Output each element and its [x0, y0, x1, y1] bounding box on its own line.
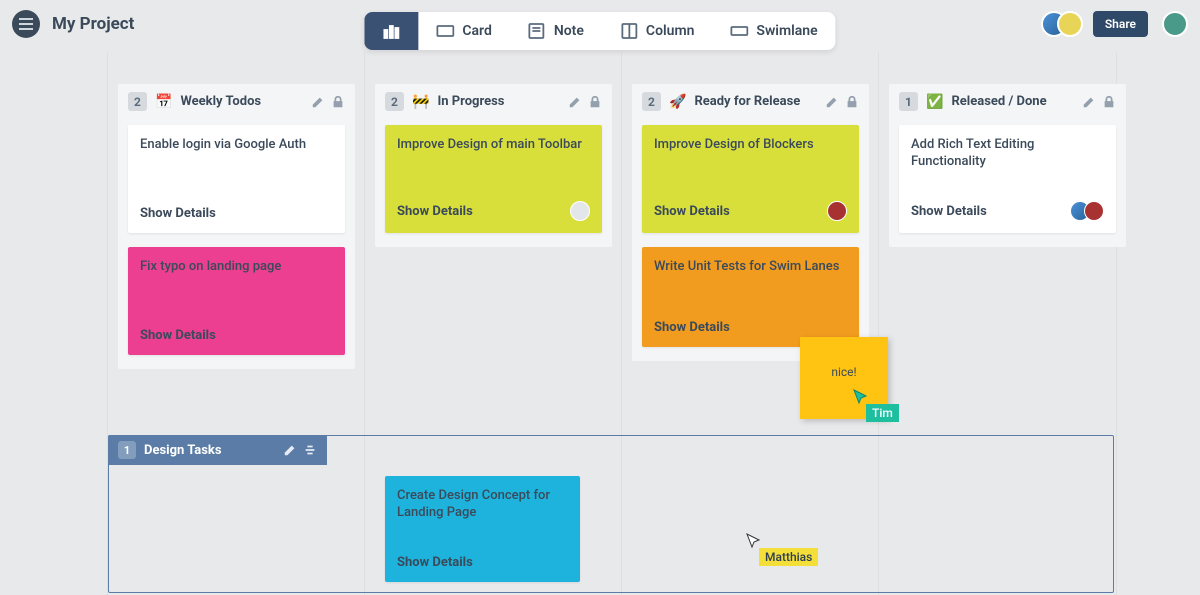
share-button[interactable]: Share — [1093, 11, 1148, 37]
card-title: Write Unit Tests for Swim Lanes — [654, 259, 847, 276]
swimlane-icon — [730, 22, 748, 40]
column-title: Weekly Todos — [180, 94, 303, 109]
card[interactable]: Enable login via Google Auth Show Detail… — [128, 125, 345, 233]
avatar[interactable] — [570, 201, 590, 221]
view-switcher: Card Note Column Swimlane — [364, 12, 835, 50]
column-title: Released / Done — [951, 94, 1074, 109]
card-title: Add Rich Text Editing Functionality — [911, 137, 1104, 171]
sticky-text: nice! — [831, 365, 856, 379]
swimlane-title: Design Tasks — [144, 443, 222, 458]
view-note[interactable]: Note — [510, 12, 602, 50]
swimlane-design-tasks[interactable]: 1 Design Tasks Create Design Concept for… — [108, 435, 1114, 593]
top-right: Share — [1051, 11, 1188, 37]
lock-icon[interactable] — [1102, 95, 1116, 109]
card-avatars — [833, 201, 847, 221]
column-count: 1 — [899, 92, 918, 111]
view-column-label: Column — [646, 23, 695, 39]
construction-icon: 🚧 — [412, 94, 429, 110]
card[interactable]: Create Design Concept for Landing Page S… — [385, 476, 580, 582]
card[interactable]: Write Unit Tests for Swim Lanes Show Det… — [642, 247, 859, 347]
check-icon: ✅ — [926, 94, 943, 110]
show-details-link[interactable]: Show Details — [397, 204, 473, 219]
swimlane-header[interactable]: 1 Design Tasks — [108, 435, 327, 465]
sticky-note[interactable]: nice! — [800, 337, 888, 419]
kanban-board: 2 📅 Weekly Todos Enable login via Google… — [90, 48, 1200, 369]
lock-icon[interactable] — [845, 95, 859, 109]
show-details-link[interactable]: Show Details — [140, 328, 216, 343]
show-details-link[interactable]: Show Details — [140, 206, 216, 221]
column-count: 2 — [385, 92, 404, 111]
column-header[interactable]: 1 ✅ Released / Done — [889, 84, 1126, 119]
card[interactable]: Add Rich Text Editing Functionality Show… — [899, 125, 1116, 233]
current-user-avatar[interactable] — [1162, 11, 1188, 37]
column-icon — [620, 22, 638, 40]
view-card[interactable]: Card — [418, 12, 509, 50]
column-header[interactable]: 2 🚀 Ready for Release — [632, 84, 869, 119]
calendar-icon: 📅 — [155, 94, 172, 110]
column-title: Ready for Release — [694, 94, 817, 109]
card[interactable]: Fix typo on landing page Show Details — [128, 247, 345, 355]
lock-icon[interactable] — [588, 95, 602, 109]
card-title: Fix typo on landing page — [140, 259, 333, 276]
edit-icon[interactable] — [568, 95, 582, 109]
column-title: In Progress — [437, 94, 560, 109]
column-weekly-todos: 2 📅 Weekly Todos Enable login via Google… — [108, 84, 365, 369]
lock-icon[interactable] — [331, 95, 345, 109]
column-ready-for-release: 2 🚀 Ready for Release Improve Design of … — [622, 84, 879, 369]
menu-button[interactable] — [12, 10, 40, 38]
show-details-link[interactable]: Show Details — [654, 204, 730, 219]
card[interactable]: Improve Design of main Toolbar Show Deta… — [385, 125, 602, 233]
rocket-icon: 🚀 — [669, 94, 686, 110]
show-details-link[interactable]: Show Details — [911, 204, 987, 219]
avatar[interactable] — [1057, 11, 1083, 37]
column-in-progress: 2 🚧 In Progress Improve Design of main T… — [365, 84, 622, 369]
card-title: Improve Design of main Toolbar — [397, 137, 590, 154]
view-note-label: Note — [554, 23, 584, 39]
card-title: Create Design Concept for Landing Page — [397, 488, 568, 522]
chart-icon — [382, 22, 400, 40]
card-avatars — [1076, 201, 1104, 221]
show-details-link[interactable]: Show Details — [654, 320, 730, 335]
view-swimlane-label: Swimlane — [756, 23, 817, 39]
column-released-done: 1 ✅ Released / Done Add Rich Text Editin… — [879, 84, 1136, 369]
card-avatars — [576, 201, 590, 221]
avatar[interactable] — [827, 201, 847, 221]
menu-icon — [19, 18, 33, 30]
view-swimlane[interactable]: Swimlane — [712, 12, 835, 50]
card[interactable]: Improve Design of Blockers Show Details — [642, 125, 859, 233]
column-header[interactable]: 2 📅 Weekly Todos — [118, 84, 355, 119]
card-title: Improve Design of Blockers — [654, 137, 847, 154]
avatar[interactable] — [1084, 201, 1104, 221]
view-chart[interactable] — [364, 12, 418, 50]
edit-icon[interactable] — [825, 95, 839, 109]
collapse-icon[interactable] — [303, 443, 317, 457]
card-title: Enable login via Google Auth — [140, 137, 333, 154]
show-details-link[interactable]: Show Details — [397, 555, 473, 570]
note-icon — [528, 22, 546, 40]
card-icon — [436, 22, 454, 40]
edit-icon[interactable] — [1082, 95, 1096, 109]
column-count: 2 — [642, 92, 661, 111]
column-header[interactable]: 2 🚧 In Progress — [375, 84, 612, 119]
edit-icon[interactable] — [311, 95, 325, 109]
view-card-label: Card — [462, 23, 491, 39]
swimlane-count: 1 — [118, 441, 136, 459]
edit-icon[interactable] — [283, 443, 297, 457]
project-title[interactable]: My Project — [52, 14, 134, 34]
presence-avatars — [1051, 11, 1083, 37]
view-column[interactable]: Column — [602, 12, 713, 50]
column-count: 2 — [128, 92, 147, 111]
